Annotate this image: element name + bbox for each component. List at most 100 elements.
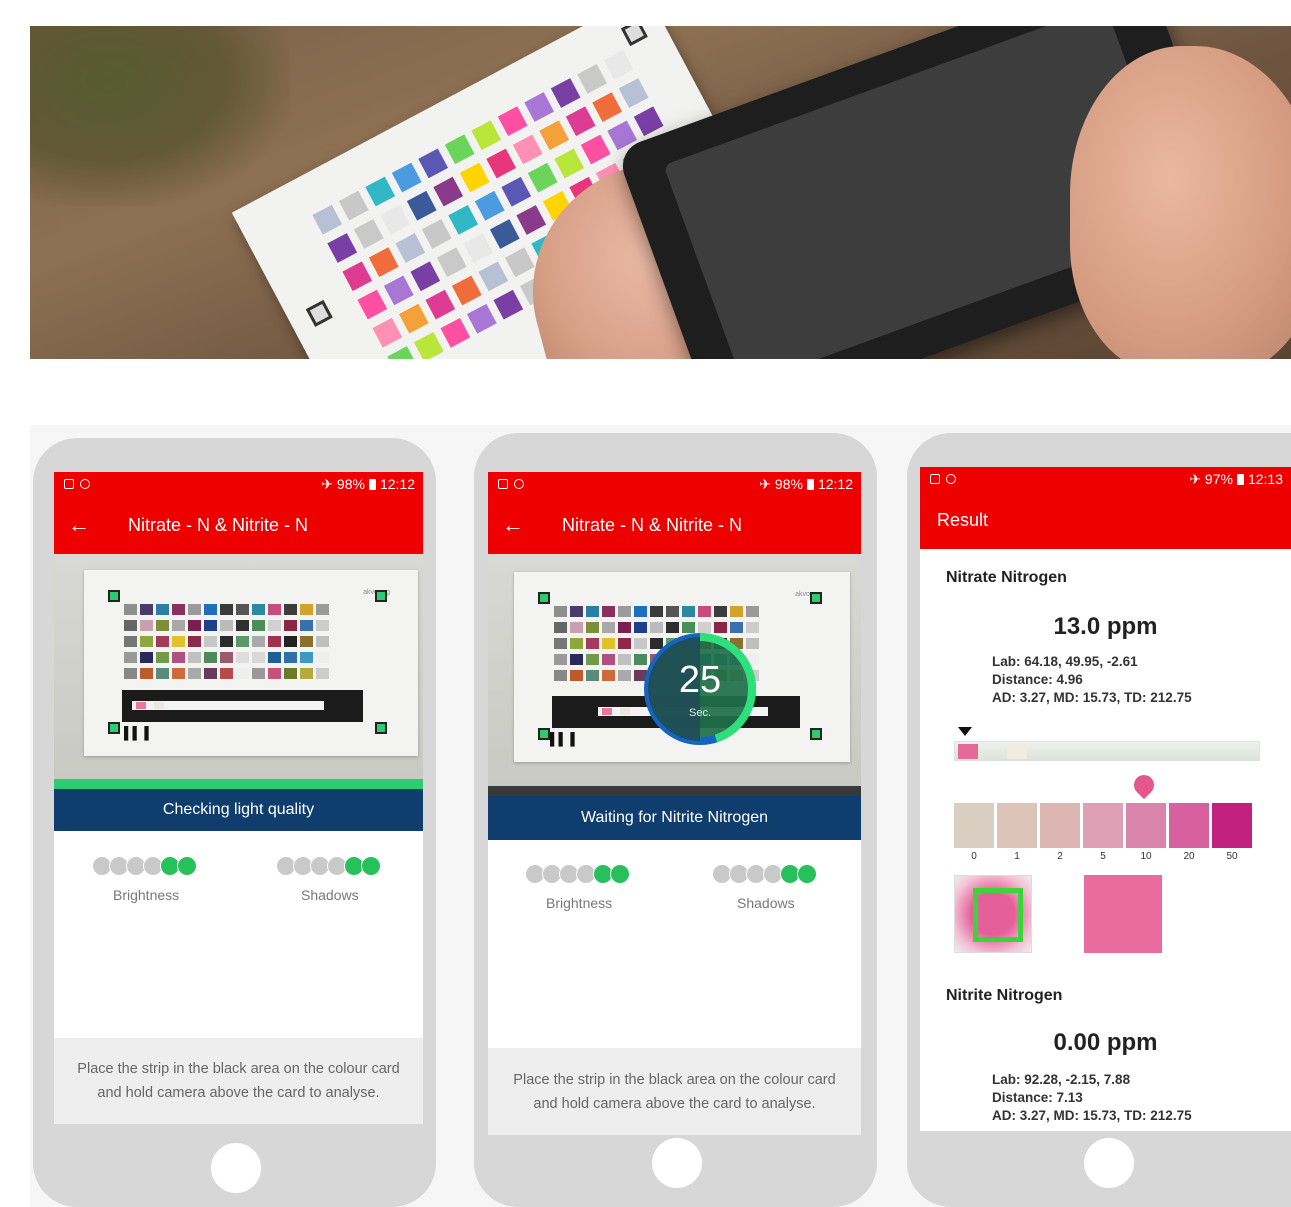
lab-values: Lab: 92.28, -2.15, 7.88	[992, 1072, 1131, 1087]
phone3-screen: ✈ 97% 12:13 Result Nitrate Nitrogen 13.0 p…	[920, 467, 1291, 1131]
phone-mockup-2: ✈ 98% 12:12 ← Nitrate - N & Nitrite - N ak…	[474, 433, 877, 1207]
status-bar: ✈ 98% 12:12	[488, 472, 861, 496]
brightness-label: Brightness	[113, 887, 180, 903]
scale-tick-label: 50	[1226, 851, 1238, 862]
instruction-footer: Place the strip in the black area on the…	[54, 1038, 423, 1124]
corner-marker	[810, 728, 822, 740]
status-bar: ✈ 97% 12:13	[920, 467, 1291, 491]
phone1-screen: ✈98% 12:12 ← Nitrate - N & Nitrite - N ak…	[54, 472, 423, 1124]
camera-preview: akvo.org ▌▌ ▌	[54, 554, 423, 779]
scale-swatch	[997, 803, 1037, 848]
captured-pad-image	[954, 875, 1032, 953]
back-arrow-icon[interactable]: ←	[54, 512, 104, 538]
home-button[interactable]	[211, 1143, 261, 1193]
lab-values: Lab: 64.18, 49.95, -2.61	[992, 654, 1138, 669]
battery-level: 97%	[1204, 471, 1233, 487]
shadows-label: Shadows	[737, 895, 795, 911]
scale-ticks: 0 1 2 5 10 20 50	[954, 851, 1252, 862]
result-value: 0.00 ppm	[1053, 1029, 1158, 1056]
clock: 12:13	[1247, 471, 1283, 487]
corner-marker	[375, 722, 387, 734]
barcode-mark: ▌▌ ▌	[550, 732, 579, 746]
progress-line	[54, 779, 423, 789]
page-title: Nitrate - N & Nitrite - N	[128, 514, 309, 535]
airplane-icon: ✈	[1189, 470, 1201, 487]
corner-marker	[538, 728, 550, 740]
status-banner: Waiting for Nitrite Nitrogen	[488, 796, 861, 840]
home-button[interactable]	[652, 1138, 702, 1188]
test-strip	[132, 701, 324, 710]
page-title: Result	[937, 509, 989, 530]
shadows-dots	[712, 864, 817, 884]
app-bar: ← Nitrate - N & Nitrite - N	[488, 496, 861, 554]
notification-icon	[498, 479, 508, 489]
countdown-timer: 25 Sec.	[642, 631, 758, 747]
scale-swatch	[1126, 803, 1166, 848]
matched-colour-swatch	[1084, 875, 1162, 953]
grass-patch	[30, 26, 290, 206]
back-arrow-icon[interactable]: ←	[488, 512, 538, 538]
status-banner: Checking light quality	[54, 789, 423, 831]
corner-marker	[810, 592, 822, 604]
instruction-footer: Place the strip in the black area on the…	[488, 1048, 861, 1135]
airplane-icon: ✈	[759, 475, 771, 492]
page-title: Nitrate - N & Nitrite - N	[562, 514, 743, 535]
hero-photo	[30, 26, 1291, 359]
strip-image	[954, 741, 1260, 761]
scale-tick-label: 5	[1100, 851, 1106, 862]
distance-value: Distance: 7.13	[992, 1090, 1083, 1105]
scale-swatch	[1040, 803, 1080, 848]
colour-grid	[124, 604, 330, 679]
scale-swatch	[1083, 803, 1123, 848]
barcode-mark: ▌▌ ▌	[124, 726, 153, 740]
sync-icon	[514, 479, 524, 489]
shadows-dots	[276, 856, 381, 876]
scale-tick-label: 1	[1014, 851, 1020, 862]
clock: 12:12	[817, 476, 853, 492]
battery-icon	[368, 478, 376, 490]
right-hand	[1070, 46, 1291, 359]
app-bar: ← Nitrate - N & Nitrite - N	[54, 496, 423, 554]
battery-level: 98%	[774, 476, 803, 492]
pointer-triangle-icon	[958, 727, 972, 736]
result-card: Nitrite Nitrogen 0.00 ppm Lab: 92.28, -2…	[930, 973, 1281, 1131]
result-details: Lab: 64.18, 49.95, -2.61 Distance: 4.96 …	[992, 653, 1192, 707]
phone-mockup-1: ✈98% 12:12 ← Nitrate - N & Nitrite - N ak…	[33, 438, 436, 1207]
corner-marker	[108, 722, 120, 734]
scale-tick-label: 2	[1057, 851, 1063, 862]
colour-scale	[954, 803, 1252, 848]
battery-icon	[1236, 473, 1244, 485]
scale-tick-label: 0	[971, 851, 977, 862]
battery-icon	[806, 478, 814, 490]
quality-indicators: Brightness Shadows	[488, 840, 861, 1045]
scale-swatch	[1169, 803, 1209, 848]
phone-mockup-3: ✈ 97% 12:13 Result Nitrate Nitrogen 13.0 p…	[907, 433, 1291, 1207]
stats-values: AD: 3.27, MD: 15.73, TD: 212.75	[992, 1108, 1192, 1123]
scale-tick-label: 20	[1183, 851, 1195, 862]
colour-card: akvo.org ▌▌ ▌	[84, 570, 418, 756]
corner-marker	[538, 592, 550, 604]
shadows-label: Shadows	[301, 887, 359, 903]
scale-swatch	[954, 803, 994, 848]
corner-marker	[108, 590, 120, 602]
scale-tick-label: 10	[1140, 851, 1152, 862]
home-button[interactable]	[1084, 1138, 1134, 1188]
phone2-screen: ✈ 98% 12:12 ← Nitrate - N & Nitrite - N ak…	[488, 472, 861, 1135]
quality-indicators: Brightness Shadows	[54, 831, 423, 1036]
timer-unit: Sec.	[688, 707, 711, 719]
match-pin-icon	[1129, 770, 1159, 800]
brightness-label: Brightness	[546, 895, 613, 911]
result-card: Nitrate Nitrogen 13.0 ppm Lab: 64.18, 49…	[930, 555, 1281, 961]
result-name: Nitrite Nitrogen	[946, 987, 1063, 1004]
brightness-dots	[525, 864, 630, 884]
scale-swatch	[1212, 803, 1252, 848]
sync-icon	[946, 474, 956, 484]
app-bar: Result	[920, 491, 1291, 549]
clock: 12:12	[379, 476, 415, 492]
stats-values: AD: 3.27, MD: 15.73, TD: 212.75	[992, 690, 1192, 705]
sync-icon	[80, 479, 90, 489]
airplane-icon: ✈	[321, 475, 333, 492]
notification-icon	[930, 474, 940, 484]
notification-icon	[64, 479, 74, 489]
result-name: Nitrate Nitrogen	[946, 569, 1067, 586]
